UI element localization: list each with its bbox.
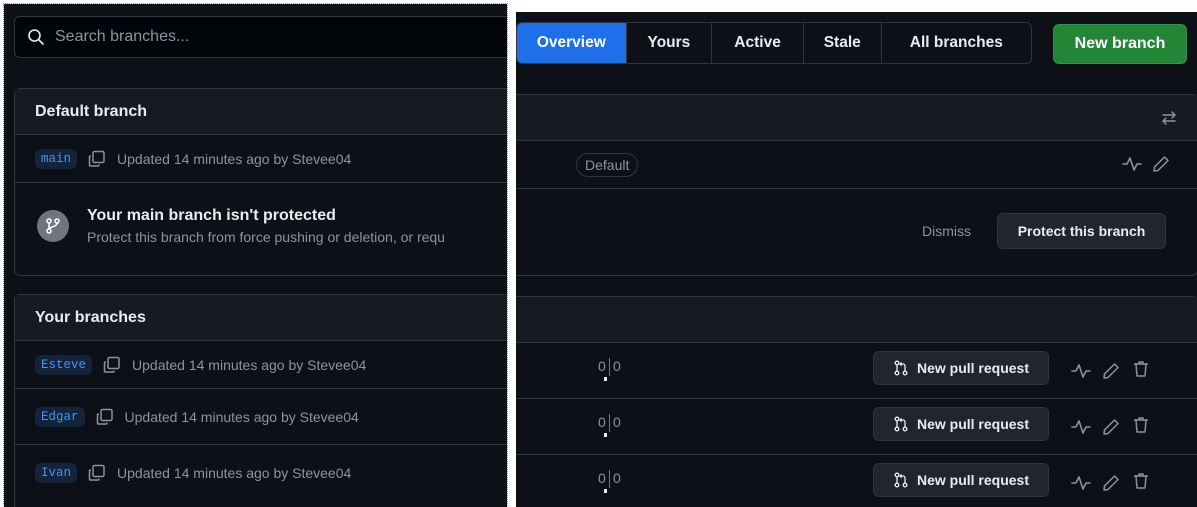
trash-icon[interactable] <box>1131 359 1151 379</box>
behind-count: 0 <box>598 414 606 430</box>
ahead-behind-bar <box>604 433 607 437</box>
your-branches-header-right <box>516 297 1197 343</box>
activity-icon[interactable] <box>1071 417 1091 437</box>
default-branch-box: Default branch main Updated 14 minutes a… <box>14 88 507 276</box>
activity-icon[interactable] <box>1122 154 1142 174</box>
search-box[interactable] <box>14 16 507 58</box>
branch-row-right: 0 0 New pull request <box>516 455 1197 507</box>
pull-request-icon <box>894 360 908 376</box>
copy-icon[interactable] <box>87 463 107 483</box>
ahead-behind-divider <box>609 358 610 376</box>
pencil-icon[interactable] <box>1151 154 1171 174</box>
trash-icon[interactable] <box>1131 471 1151 491</box>
behind-count: 0 <box>598 358 606 374</box>
your-branches-box: Your branches Esteve Updated 14 minutes … <box>14 294 507 507</box>
default-branch-box-right: Default Dismiss Protect this branch <box>516 94 1197 276</box>
branch-updated: Updated 14 minutes ago by Stevee04 <box>132 356 367 373</box>
protect-branch-button[interactable]: Protect this branch <box>997 213 1166 249</box>
branch-updated: Updated 14 minutes ago by Stevee04 <box>117 465 352 481</box>
default-badge: Default <box>576 153 639 177</box>
branch-row: Edgar Updated 14 minutes ago by Stevee04 <box>15 389 507 445</box>
your-branches-title: Your branches <box>15 295 507 341</box>
behind-count: 0 <box>598 470 606 486</box>
ahead-behind-divider <box>609 470 610 488</box>
pull-request-icon <box>894 416 908 432</box>
ahead-behind-indicator: 0 0 <box>598 470 628 500</box>
protection-notice: Your main branch isn't protected Protect… <box>15 183 507 269</box>
default-branch-title: Default branch <box>15 89 507 135</box>
branches-left-panel: Default branch main Updated 14 minutes a… <box>3 3 508 507</box>
activity-icon[interactable] <box>1071 473 1091 493</box>
new-branch-button[interactable]: New branch <box>1053 24 1187 64</box>
branch-row: Ivan Updated 14 minutes ago by Stevee04 <box>15 445 507 501</box>
tab-stale[interactable]: Stale <box>803 23 882 63</box>
branches-right-panel: Overview Yours Active Stale All branches… <box>516 12 1197 507</box>
ahead-count: 0 <box>613 470 621 486</box>
switch-default-branch-icon[interactable] <box>1159 108 1179 128</box>
notice-title: Your main branch isn't protected <box>87 207 336 224</box>
tab-yours[interactable]: Yours <box>626 23 713 63</box>
copy-icon[interactable] <box>87 149 107 169</box>
search-icon <box>27 28 45 46</box>
search-input[interactable] <box>55 28 475 46</box>
branch-tabs: Overview Yours Active Stale All branches <box>516 22 1032 64</box>
branch-name-main[interactable]: main <box>35 148 78 169</box>
tab-active[interactable]: Active <box>712 23 804 63</box>
new-pull-request-button[interactable]: New pull request <box>873 407 1049 441</box>
default-branch-updated: Updated 14 minutes ago by Stevee04 <box>117 150 352 167</box>
default-branch-row-right: Default <box>516 141 1197 189</box>
branch-row: Esteve Updated 14 minutes ago by Stevee0… <box>15 341 507 389</box>
ahead-behind-divider <box>609 414 610 432</box>
pull-request-icon <box>894 472 908 488</box>
pencil-icon[interactable] <box>1101 417 1121 437</box>
ahead-behind-indicator: 0 0 <box>598 358 628 388</box>
ahead-behind-bar <box>604 377 607 381</box>
new-pull-request-label: New pull request <box>916 416 1030 432</box>
notice-description: Protect this branch from force pushing o… <box>87 229 445 245</box>
ahead-behind-bar <box>604 489 607 493</box>
ahead-behind-indicator: 0 0 <box>598 414 628 444</box>
branch-row-right: 0 0 New pull request <box>516 399 1197 455</box>
branch-icon <box>37 210 69 242</box>
trash-icon[interactable] <box>1131 415 1151 435</box>
ahead-count: 0 <box>613 414 621 430</box>
activity-icon[interactable] <box>1071 361 1091 381</box>
branch-name[interactable]: Esteve <box>35 354 93 375</box>
pencil-icon[interactable] <box>1101 473 1121 493</box>
dismiss-link[interactable]: Dismiss <box>922 223 971 239</box>
pencil-icon[interactable] <box>1101 361 1121 381</box>
tab-overview[interactable]: Overview <box>517 23 627 63</box>
branch-updated: Updated 14 minutes ago by Stevee04 <box>124 408 359 425</box>
ahead-count: 0 <box>613 358 621 374</box>
new-pull-request-button[interactable]: New pull request <box>873 463 1049 497</box>
branch-row-right: 0 0 New pull request <box>516 343 1197 399</box>
new-pull-request-button[interactable]: New pull request <box>873 351 1049 385</box>
your-branches-box-right: 0 0 New pull request 0 0 New pull reques… <box>516 296 1197 507</box>
tab-all-branches[interactable]: All branches <box>881 23 1031 63</box>
copy-icon[interactable] <box>102 355 122 375</box>
branch-name[interactable]: Edgar <box>35 406 85 427</box>
default-branch-row: main Updated 14 minutes ago by Stevee04 <box>15 135 507 183</box>
branch-name[interactable]: Ivan <box>35 463 78 483</box>
copy-icon[interactable] <box>95 407 115 427</box>
protection-notice-actions: Dismiss Protect this branch <box>516 189 1197 275</box>
new-pull-request-label: New pull request <box>916 472 1030 488</box>
default-branch-header-right <box>516 95 1197 141</box>
new-pull-request-label: New pull request <box>916 360 1030 376</box>
